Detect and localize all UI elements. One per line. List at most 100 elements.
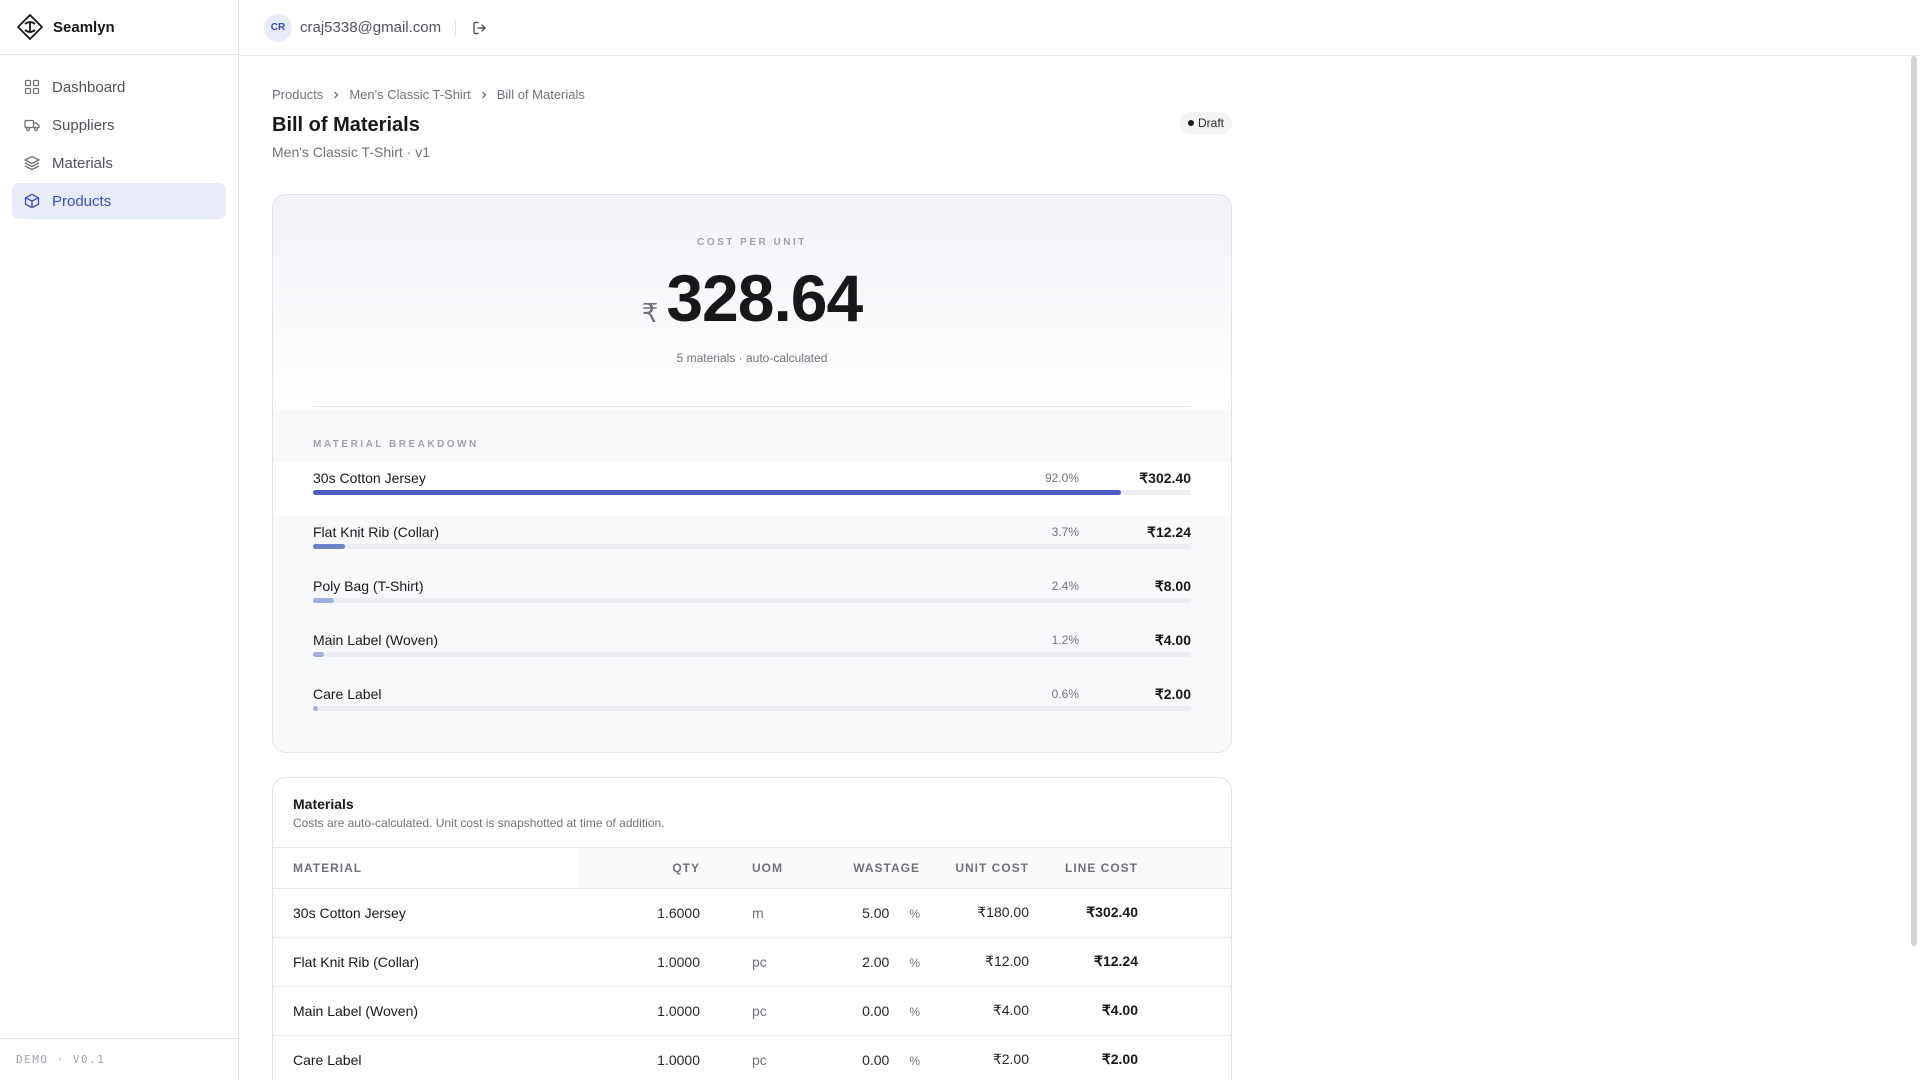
cell-line-cost: ₹4.00 [1029, 986, 1138, 1036]
wastage-input[interactable]: 0.00 [862, 1003, 889, 1019]
breakdown-bar-fill [313, 652, 324, 657]
truck-icon [24, 117, 40, 133]
qty-input[interactable]: 1.0000 [578, 986, 720, 1036]
divider [455, 18, 457, 37]
cell-line-cost: ₹2.00 [1029, 1035, 1138, 1080]
materials-header: Materials Costs are auto-calculated. Uni… [273, 778, 1231, 848]
cell-unit-cost: ₹12.00 [920, 937, 1029, 987]
cell-uom: pc [720, 937, 820, 987]
breakdown-material-name: Care Label [313, 686, 382, 702]
breakdown-bar-track [313, 544, 1191, 549]
sidebar-item-label: Dashboard [52, 78, 126, 96]
cost-value-row: ₹ 328.64 [273, 263, 1231, 333]
user-email: craj5338@gmail.com [300, 19, 442, 36]
qty-input[interactable]: 1.0000 [578, 1035, 720, 1080]
seamlyn-logo-icon [16, 13, 44, 41]
wastage-unit: % [909, 1004, 920, 1019]
breadcrumb-products[interactable]: Products [272, 87, 323, 102]
breakdown-percent: 3.7% [1051, 525, 1079, 539]
sidebar: Seamlyn Dashboard Suppliers Materials Pr… [0, 0, 239, 1080]
topbar: CR craj5338@gmail.com [240, 0, 1920, 56]
sidebar-item-label: Products [52, 192, 112, 210]
cell-actions [1138, 888, 1231, 938]
breakdown-bar-fill [313, 544, 346, 549]
breadcrumb-product[interactable]: Men's Classic T-Shirt [349, 87, 470, 102]
page-subtitle: Men's Classic T-Shirt · v1 [272, 144, 431, 160]
wastage-unit: % [909, 955, 920, 970]
wastage-input[interactable]: 5.00 [862, 905, 889, 921]
box-icon [24, 193, 40, 209]
cell-wastage: 5.00% [820, 888, 920, 938]
breakdown-material-name: Poly Bag (T-Shirt) [313, 578, 424, 594]
table-row: Main Label (Woven) 1.0000 pc 0.00% ₹4.00… [273, 986, 1231, 1036]
table-row: Care Label 1.0000 pc 0.00% ₹2.00 ₹2.00 [273, 1035, 1231, 1080]
cell-uom: m [720, 888, 820, 938]
cost-hero: COST PER UNIT ₹ 328.64 5 materials · aut… [273, 195, 1231, 409]
cost-label: COST PER UNIT [697, 237, 807, 248]
materials-table: MATERIAL QTY UOM WASTAGE UNIT COST LINE … [273, 848, 1231, 1080]
sidebar-item-label: Materials [52, 154, 113, 172]
chevron-right-icon [331, 90, 341, 100]
scrollbar[interactable] [1908, 56, 1920, 1080]
breakdown-bar-track [313, 652, 1191, 657]
breakdown-percent: 2.4% [1051, 579, 1079, 593]
cell-uom: pc [720, 1035, 820, 1080]
cost-summary-card: COST PER UNIT ₹ 328.64 5 materials · aut… [272, 194, 1232, 753]
brand[interactable]: Seamlyn [0, 0, 238, 55]
sidebar-nav: Dashboard Suppliers Materials Products [0, 55, 238, 235]
avatar[interactable]: CR [264, 13, 292, 42]
breakdown-amount: ₹2.00 [1154, 686, 1191, 702]
sidebar-item-suppliers[interactable]: Suppliers [12, 107, 226, 143]
cell-unit-cost: ₹2.00 [920, 1035, 1029, 1080]
breakdown-bar-track [313, 490, 1191, 495]
cell-actions [1138, 986, 1231, 1036]
breakdown-amount: ₹302.40 [1139, 470, 1191, 486]
breakdown-bar-fill [313, 598, 335, 603]
app-name: Seamlyn [53, 18, 115, 36]
grid-icon [24, 79, 40, 95]
cell-actions [1138, 1035, 1231, 1080]
breadcrumb-current: Bill of Materials [496, 87, 585, 102]
qty-input[interactable]: 1.0000 [578, 937, 720, 987]
cell-unit-cost: ₹4.00 [920, 986, 1029, 1036]
status-label: Draft [1197, 116, 1224, 130]
breakdown-row: 30s Cotton Jersey 92.0% ₹302.40 [273, 462, 1231, 516]
table-header-row: MATERIAL QTY UOM WASTAGE UNIT COST LINE … [273, 848, 1231, 889]
column-header-line-cost: LINE COST [1029, 848, 1138, 889]
wastage-input[interactable]: 2.00 [862, 954, 889, 970]
cell-unit-cost: ₹180.00 [920, 888, 1029, 938]
cell-line-cost: ₹12.24 [1029, 937, 1138, 987]
breakdown-material-name: 30s Cotton Jersey [313, 470, 426, 486]
breakdown-bar-track [313, 598, 1191, 603]
cost-per-unit-value: 328.64 [666, 261, 863, 335]
cell-line-cost: ₹302.40 [1029, 888, 1138, 938]
sidebar-item-materials[interactable]: Materials [12, 145, 226, 181]
breakdown-material-name: Main Label (Woven) [313, 632, 439, 648]
materials-description: Costs are auto-calculated. Unit cost is … [293, 816, 665, 830]
breakdown-percent: 0.6% [1051, 687, 1079, 701]
breakdown-bar-fill [313, 706, 319, 711]
materials-card: Materials Costs are auto-calculated. Uni… [272, 777, 1232, 1080]
layers-icon [24, 155, 40, 171]
breakdown-percent: 92.0% [1044, 471, 1079, 485]
sidebar-item-dashboard[interactable]: Dashboard [12, 69, 226, 105]
cell-material: Care Label [273, 1035, 578, 1080]
cell-actions [1138, 937, 1231, 987]
breakdown-row: Main Label (Woven) 1.2% ₹4.00 [313, 624, 1191, 678]
cell-wastage: 0.00% [820, 1035, 920, 1080]
column-header-qty: QTY [578, 848, 720, 889]
breakdown-material-name: Flat Knit Rib (Collar) [313, 524, 440, 540]
logout-icon[interactable] [470, 18, 490, 38]
divider [313, 406, 1191, 407]
breakdown-amount: ₹8.00 [1154, 578, 1191, 594]
status-badge: Draft [1179, 112, 1232, 134]
scrollbar-thumb[interactable] [1911, 56, 1917, 946]
column-header-material: MATERIAL [273, 848, 578, 889]
breakdown-bar-fill [313, 490, 1121, 495]
page-title: Bill of Materials [272, 114, 420, 136]
sidebar-item-products[interactable]: Products [12, 183, 226, 219]
column-header-wastage: WASTAGE [820, 848, 920, 889]
qty-input[interactable]: 1.6000 [578, 888, 720, 938]
breakdown-row: Flat Knit Rib (Collar) 3.7% ₹12.24 [313, 516, 1191, 570]
wastage-input[interactable]: 0.00 [862, 1052, 889, 1068]
